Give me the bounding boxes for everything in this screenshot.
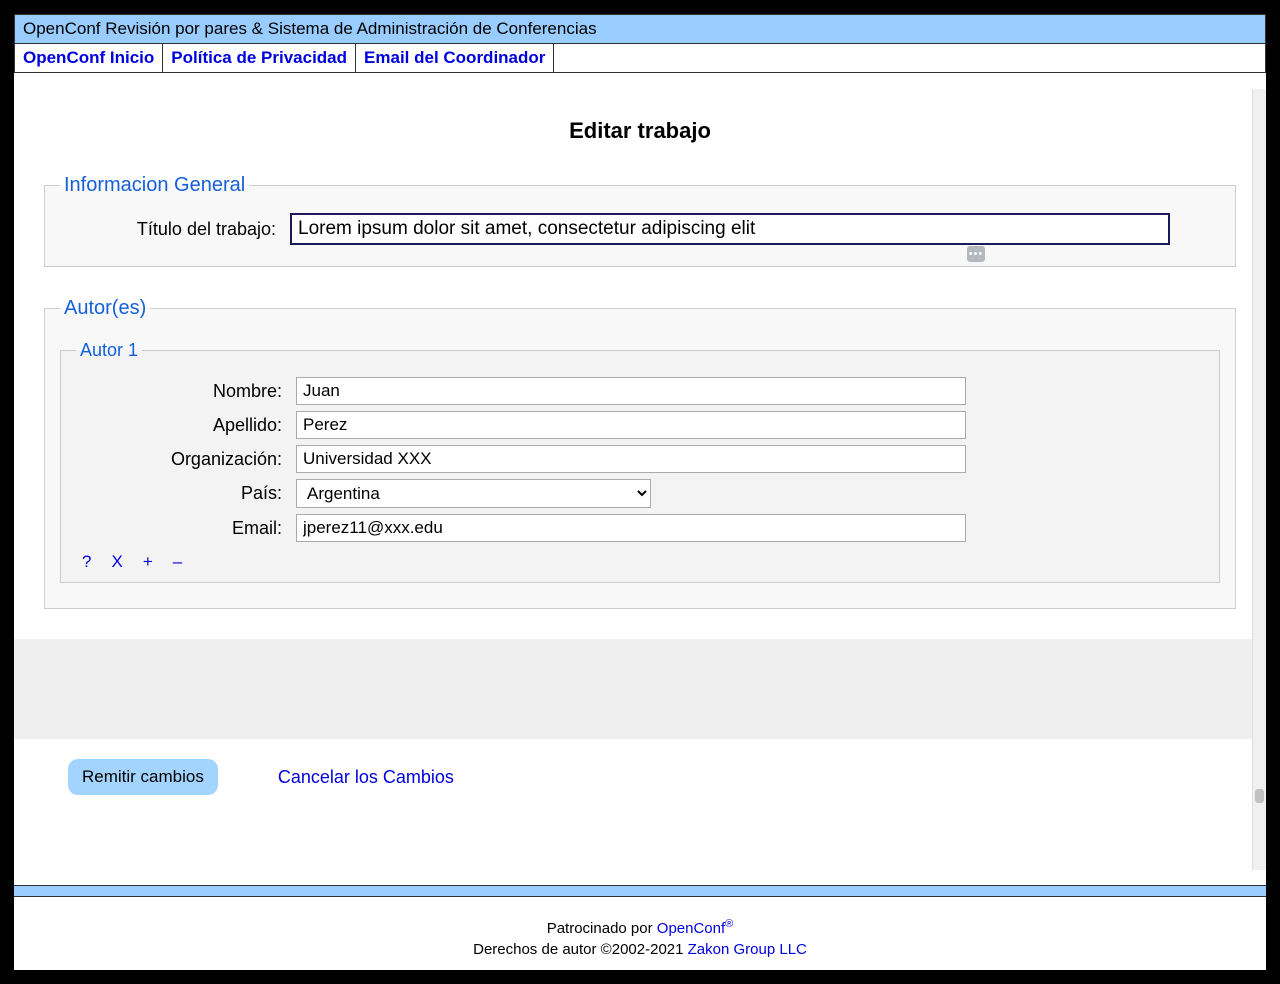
author1-name-input[interactable] bbox=[296, 377, 966, 405]
author1-org-label: Organización: bbox=[76, 449, 296, 470]
author1-name-label: Nombre: bbox=[76, 381, 296, 402]
author1-fieldset: Autor 1 Nombre: Apellido: Organización: … bbox=[60, 340, 1220, 583]
footer: Patrocinado por OpenConf® Derechos de au… bbox=[14, 897, 1266, 970]
registered-icon: ® bbox=[725, 918, 733, 930]
title-label: Título del trabajo: bbox=[60, 219, 290, 240]
footer-separator bbox=[14, 885, 1266, 897]
cancel-link[interactable]: Cancelar los Cambios bbox=[278, 767, 454, 788]
author1-email-row: Email: bbox=[76, 514, 1204, 542]
author1-org-row: Organización: bbox=[76, 445, 1204, 473]
author1-country-label: País: bbox=[76, 483, 296, 504]
author1-country-row: País: Argentina bbox=[76, 479, 1204, 508]
authors-legend: Autor(es) bbox=[60, 297, 150, 320]
general-info-fieldset: Informacion General Título del trabajo: … bbox=[44, 174, 1236, 267]
nav-privacy-link[interactable]: Política de Privacidad bbox=[163, 44, 356, 72]
page-container: OpenConf Revisión por pares & Sistema de… bbox=[14, 14, 1266, 970]
footer-copyright-prefix: Derechos de autor ©2002-2021 bbox=[473, 941, 688, 958]
header-title: OpenConf Revisión por pares & Sistema de… bbox=[23, 19, 597, 38]
footer-sponsored: Patrocinado por OpenConf® bbox=[14, 917, 1266, 939]
author1-country-select[interactable]: Argentina bbox=[296, 479, 651, 508]
title-input[interactable] bbox=[290, 213, 1170, 245]
author-minus-link[interactable]: – bbox=[173, 552, 182, 572]
content-gap bbox=[14, 639, 1266, 739]
title-row: Título del trabajo: bbox=[60, 213, 1220, 245]
page-title: Editar trabajo bbox=[44, 118, 1236, 144]
main-content: Editar trabajo Informacion General Títul… bbox=[14, 73, 1266, 825]
authors-fieldset: Autor(es) Autor 1 Nombre: Apellido: Orga… bbox=[44, 297, 1236, 609]
author1-org-input[interactable] bbox=[296, 445, 966, 473]
footer-zakon-link[interactable]: Zakon Group LLC bbox=[688, 941, 807, 958]
author1-surname-row: Apellido: bbox=[76, 411, 1204, 439]
author-help-link[interactable]: ? bbox=[82, 552, 91, 572]
author1-surname-label: Apellido: bbox=[76, 415, 296, 436]
author1-name-row: Nombre: bbox=[76, 377, 1204, 405]
ellipsis-icon[interactable]: ••• bbox=[967, 246, 985, 262]
author-add-link[interactable]: + bbox=[143, 552, 153, 572]
general-info-legend: Informacion General bbox=[60, 174, 249, 197]
action-row: Remitir cambios Cancelar los Cambios bbox=[44, 739, 1236, 825]
author1-email-label: Email: bbox=[76, 518, 296, 539]
footer-openconf-link[interactable]: OpenConf® bbox=[657, 920, 734, 937]
scrollbar-thumb[interactable] bbox=[1255, 789, 1264, 803]
author-remove-link[interactable]: X bbox=[111, 552, 122, 572]
nav-coordinator-email-link[interactable]: Email del Coordinador bbox=[356, 44, 554, 72]
author1-email-input[interactable] bbox=[296, 514, 966, 542]
footer-copyright: Derechos de autor ©2002-2021 Zakon Group… bbox=[14, 939, 1266, 960]
header-bar: OpenConf Revisión por pares & Sistema de… bbox=[14, 14, 1266, 44]
scrollbar[interactable] bbox=[1252, 89, 1266, 870]
footer-sponsored-prefix: Patrocinado por bbox=[547, 920, 657, 937]
nav-home-link[interactable]: OpenConf Inicio bbox=[15, 44, 163, 72]
author1-surname-input[interactable] bbox=[296, 411, 966, 439]
submit-button[interactable]: Remitir cambios bbox=[68, 759, 218, 795]
author-controls: ? X + – bbox=[76, 548, 1204, 572]
nav-bar: OpenConf Inicio Política de Privacidad E… bbox=[14, 44, 1266, 73]
author1-legend: Autor 1 bbox=[76, 340, 142, 361]
